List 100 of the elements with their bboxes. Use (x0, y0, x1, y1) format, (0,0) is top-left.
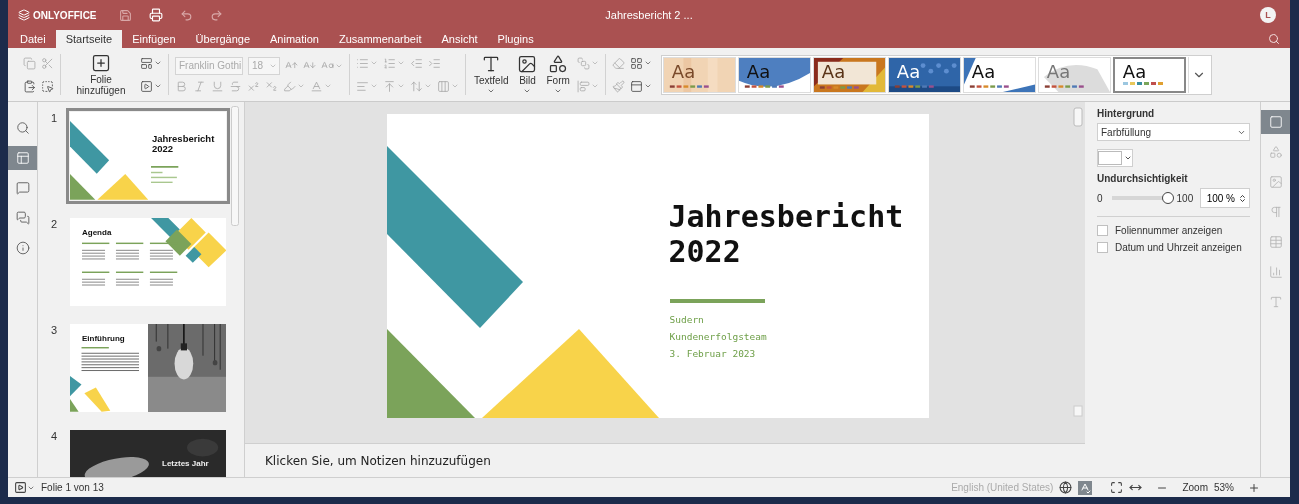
zoom-label: Zoom (1182, 482, 1208, 493)
color-picker[interactable] (1097, 149, 1133, 167)
table-icon (1268, 235, 1283, 249)
redo-button[interactable] (209, 8, 223, 22)
scissors-icon (41, 56, 54, 70)
insert-button[interactable]: Textfeld (472, 54, 511, 95)
slide-size-dropdown[interactable] (629, 79, 652, 93)
theme-thumbnail[interactable]: Aa (662, 56, 736, 93)
add-slide-button[interactable]: Folie hinzufügen (67, 53, 135, 96)
opacity-field[interactable]: 100 % (1200, 188, 1250, 208)
slideshow-button[interactable] (14, 481, 35, 494)
slider-thumb[interactable] (1161, 192, 1174, 204)
globe-icon[interactable] (1059, 481, 1073, 494)
chat-icon (15, 211, 30, 225)
image-icon (1268, 175, 1283, 189)
paste-button[interactable] (23, 79, 36, 93)
copy-button[interactable] (23, 56, 36, 70)
menu-tab[interactable]: Ansicht (431, 30, 488, 48)
slide-number: 3 (50, 323, 59, 338)
numbered-list-dropdown[interactable] (383, 56, 405, 70)
plus-icon (1248, 481, 1260, 494)
info-icon (15, 241, 30, 255)
underline-button[interactable] (211, 79, 224, 93)
save-button[interactable] (118, 8, 132, 22)
color-scheme-dropdown[interactable] (629, 56, 652, 70)
align-shape-dropdown[interactable] (576, 79, 599, 93)
theme-thumbnail[interactable]: Aa (737, 56, 811, 93)
increase-indent-button[interactable] (428, 56, 441, 70)
bold-button[interactable] (175, 79, 188, 93)
thumbnail-title: Einführung (82, 335, 125, 344)
select-all-icon (41, 79, 54, 93)
fit-slide-button[interactable] (1110, 481, 1124, 494)
slide-number: 4 (50, 429, 59, 444)
italic-button[interactable] (193, 79, 206, 93)
slide-number: 1 (50, 111, 59, 126)
caret-icon (397, 59, 405, 67)
caret-icon (643, 82, 652, 90)
superscript-button[interactable] (247, 79, 260, 93)
checkbox[interactable] (1097, 242, 1108, 253)
color-swatch (1098, 151, 1122, 165)
scissors-button[interactable] (41, 56, 54, 70)
menu-tab[interactable]: Animation (260, 30, 329, 48)
side-panel-button[interactable] (8, 146, 37, 170)
theme-thumbnail[interactable]: Aa (1112, 56, 1186, 93)
notes-placeholder[interactable]: Klicken Sie, um Notizen hinzuzufügen (265, 453, 491, 468)
menu-tab[interactable]: Startseite (55, 30, 123, 48)
italic-icon (193, 79, 206, 93)
thumbnail-title: Jahresbericht 2022 (152, 134, 216, 155)
menu-tab[interactable]: Datei (10, 30, 56, 48)
layout-dropdown[interactable] (140, 56, 162, 70)
print-button[interactable] (148, 8, 163, 22)
settings-panel-button[interactable] (1261, 110, 1290, 134)
select-all-button[interactable] (41, 79, 54, 93)
menu-tab[interactable]: Übergänge (185, 30, 261, 48)
paintbrush-button[interactable] (611, 79, 625, 93)
slide-thumbnail[interactable]: Jahresbericht 2022 (66, 108, 230, 204)
caret-icon (154, 82, 162, 90)
slides-icon (15, 151, 30, 165)
subscript-icon (265, 79, 278, 93)
color-dots-icon (1122, 81, 1164, 85)
insert-button[interactable]: Bild (515, 54, 540, 95)
play-dropdown[interactable] (140, 79, 162, 93)
slide-subtitle: Kundenerfolgsteam (669, 330, 767, 344)
align-left-dropdown[interactable] (356, 79, 378, 93)
caret-icon (523, 87, 532, 95)
checkbox[interactable] (1097, 225, 1108, 236)
line-spacing-dropdown[interactable] (410, 79, 432, 93)
subscript-button[interactable] (265, 79, 278, 93)
eraser-button[interactable] (611, 56, 625, 70)
caret-icon (590, 59, 599, 67)
arrange-dropdown[interactable] (576, 56, 599, 70)
checkbox-label: Datum und Uhrzeit anzeigen (1115, 242, 1242, 253)
menu-tab[interactable]: Plugins (487, 30, 544, 48)
caret-icon (370, 59, 378, 67)
slider-min-label: 0 (1097, 192, 1103, 204)
zoom-in-button[interactable] (1248, 481, 1260, 494)
theme-artwork (888, 57, 960, 92)
search-icon[interactable] (1268, 33, 1280, 45)
eraser-icon (611, 56, 625, 70)
decrease-indent-icon (410, 56, 423, 70)
theme-thumbnail[interactable]: Aa (887, 56, 961, 93)
strikethrough-icon (229, 79, 242, 93)
theme-thumbnail[interactable]: Aa (962, 56, 1036, 93)
bullet-list-dropdown[interactable] (356, 56, 378, 70)
fill-type-select[interactable]: Farbfüllung (1097, 123, 1250, 141)
play-icon (14, 481, 27, 494)
highlighter-dropdown[interactable] (283, 79, 305, 93)
insert-button[interactable]: Form (544, 54, 572, 95)
menu-tab[interactable]: Zusammenarbeit (328, 30, 432, 48)
font-color-dropdown[interactable] (310, 79, 332, 93)
user-avatar[interactable]: L (1260, 7, 1276, 23)
menu-tab[interactable]: Einfügen (122, 30, 186, 48)
spell-check-button[interactable] (1078, 480, 1093, 495)
caret-icon (451, 82, 459, 90)
undo-button[interactable] (179, 8, 193, 22)
decrease-indent-button[interactable] (410, 56, 423, 70)
columns-dropdown[interactable] (437, 79, 459, 93)
strikethrough-button[interactable] (229, 79, 242, 93)
align-top-dropdown[interactable] (383, 79, 405, 93)
theme-thumbnail[interactable]: Aa (812, 56, 886, 93)
